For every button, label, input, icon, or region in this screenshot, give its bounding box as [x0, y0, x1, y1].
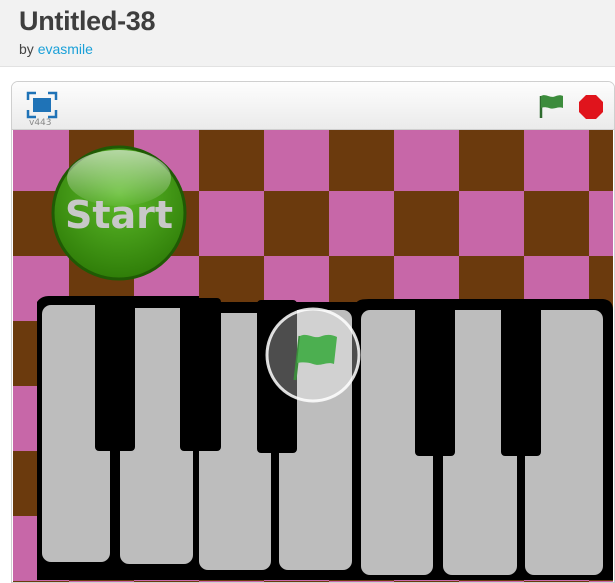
- fullscreen-button[interactable]: [26, 91, 58, 119]
- piano-key-black[interactable]: [501, 300, 541, 456]
- project-player: v443 Start: [11, 81, 615, 583]
- start-button-label: Start: [65, 193, 173, 237]
- piano-key-black[interactable]: [95, 298, 135, 451]
- project-title: Untitled-38: [19, 6, 156, 36]
- stage-canvas[interactable]: Start: [13, 130, 613, 582]
- stop-button[interactable]: [578, 94, 604, 120]
- fullscreen-icon: [26, 91, 58, 119]
- author-link[interactable]: evasmile: [38, 41, 93, 57]
- piano-key-black[interactable]: [180, 298, 221, 451]
- by-label: by: [19, 41, 34, 57]
- project-header: Untitled-38 by evasmile: [0, 0, 615, 67]
- green-flag-overlay-button[interactable]: [265, 307, 361, 403]
- green-flag-icon: [539, 95, 563, 118]
- piano-key-black[interactable]: [415, 300, 455, 456]
- byline: by evasmile: [19, 41, 93, 57]
- start-button[interactable]: Start: [51, 145, 187, 281]
- green-flag-button[interactable]: [536, 91, 566, 121]
- player-controls: v443: [12, 82, 614, 130]
- version-label: v443: [29, 118, 52, 128]
- project-stage[interactable]: Start: [13, 130, 613, 582]
- stop-icon: [579, 95, 603, 119]
